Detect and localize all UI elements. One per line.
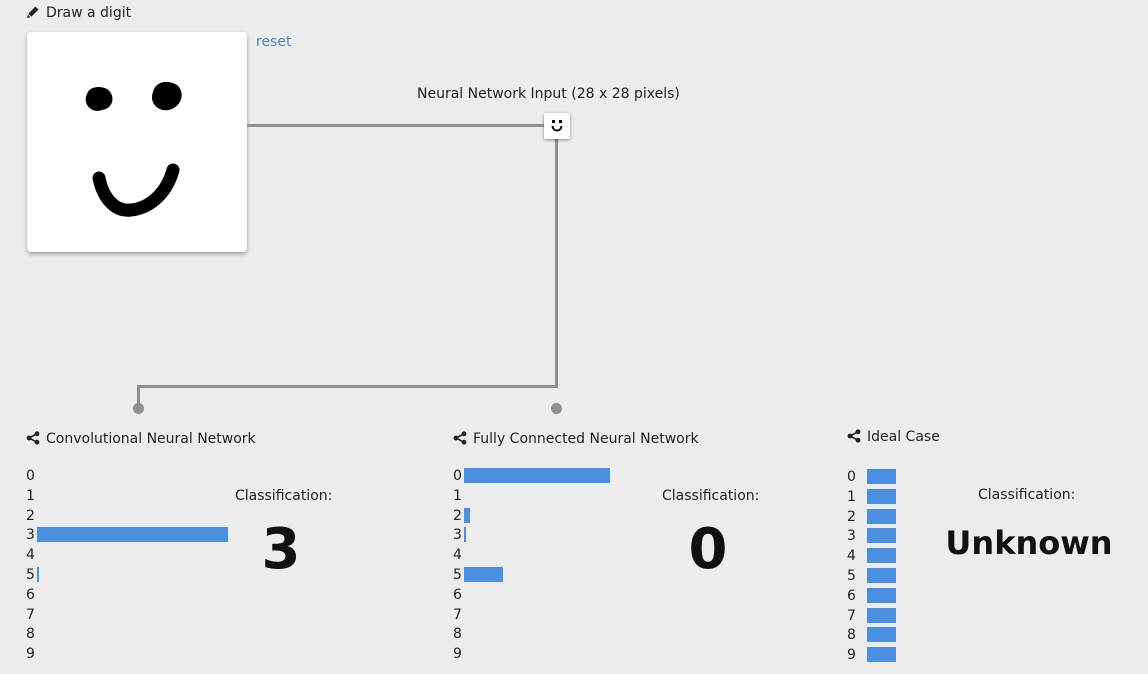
fcn-probability-bar bbox=[464, 567, 503, 582]
fcn-classification-label: Classification: bbox=[662, 488, 760, 504]
cnn-digit-label: 3 bbox=[26, 527, 35, 544]
fcn-digit-label: 9 bbox=[453, 646, 462, 663]
cnn-digit-label: 4 bbox=[26, 547, 35, 564]
ideal-probability-bar bbox=[867, 647, 896, 663]
connector-to-cnn bbox=[137, 385, 140, 405]
fcn-node-dot bbox=[551, 403, 562, 414]
fcn-panel: Fully Connected Neural Network 0 1 2 3 4 5 6 7 8… bbox=[453, 430, 773, 670]
ideal-header: Ideal Case bbox=[847, 428, 940, 446]
ideal-digit-label: 0 bbox=[847, 469, 856, 485]
share-icon bbox=[26, 431, 40, 445]
ideal-digit-label: 5 bbox=[847, 568, 856, 584]
ideal-probability-bar bbox=[867, 627, 896, 643]
ideal-probability-bar bbox=[867, 488, 896, 504]
ideal-probability-bar bbox=[867, 587, 896, 603]
ideal-digit-label: 3 bbox=[847, 528, 856, 545]
fcn-digit-label: 7 bbox=[453, 606, 462, 623]
cnn-node-dot bbox=[133, 403, 144, 414]
input-title: Neural Network Input (28 x 28 pixels) bbox=[417, 86, 680, 102]
ideal-probability-bar bbox=[867, 607, 896, 623]
share-icon bbox=[453, 431, 467, 445]
cnn-probability-bar bbox=[37, 527, 229, 543]
share-icon bbox=[847, 429, 861, 443]
drawing-canvas[interactable] bbox=[27, 32, 247, 252]
fcn-title: Fully Connected Neural Network bbox=[473, 431, 699, 447]
cnn-digit-label: 0 bbox=[26, 468, 35, 484]
connector-input-down bbox=[555, 138, 558, 388]
ideal-probability-bar bbox=[867, 548, 896, 564]
draw-title: Draw a digit bbox=[46, 5, 132, 21]
cnn-digit-label: 7 bbox=[26, 606, 35, 623]
cnn-digit-label: 5 bbox=[26, 567, 35, 583]
cnn-probability-bars: 0 1 2 3 4 5 6 7 8 9 bbox=[26, 468, 246, 668]
cnn-probability-bar bbox=[37, 567, 39, 582]
ideal-classification-label: Classification: bbox=[978, 487, 1076, 503]
reset-link[interactable]: reset bbox=[256, 34, 291, 50]
fcn-digit-label: 5 bbox=[453, 567, 462, 583]
fcn-probability-bars: 0 1 2 3 4 5 6 7 8 9 bbox=[453, 468, 673, 668]
fcn-digit-label: 0 bbox=[453, 468, 462, 484]
ideal-digit-label: 1 bbox=[847, 488, 856, 505]
ideal-digit-label: 6 bbox=[847, 587, 856, 604]
ideal-panel: Ideal Case 0 1 2 3 4 5 6 7 8 9 Classification: Un… bbox=[847, 428, 1142, 670]
fcn-classification-value: 0 bbox=[688, 517, 728, 582]
ideal-title: Ideal Case bbox=[867, 429, 940, 445]
cnn-digit-label: 6 bbox=[26, 586, 35, 603]
ideal-digit-label: 4 bbox=[847, 548, 856, 565]
draw-header: Draw a digit bbox=[26, 4, 131, 22]
cnn-header: Convolutional Neural Network bbox=[26, 430, 256, 448]
ideal-digit-label: 9 bbox=[847, 647, 856, 664]
pencil-icon bbox=[27, 6, 39, 18]
fcn-probability-bar bbox=[464, 527, 466, 543]
ideal-probability-bar bbox=[867, 528, 896, 544]
cnn-classification-value: 3 bbox=[261, 517, 301, 582]
ideal-digit-label: 7 bbox=[847, 607, 856, 624]
cnn-digit-label: 2 bbox=[26, 507, 35, 524]
cnn-panel: Convolutional Neural Network 0123456789 … bbox=[26, 430, 346, 670]
fcn-digit-label: 3 bbox=[453, 527, 462, 544]
fcn-digit-label: 4 bbox=[453, 547, 462, 564]
ideal-probability-bar bbox=[867, 568, 896, 583]
connector-horizontal bbox=[137, 385, 558, 388]
cnn-digit-label: 9 bbox=[26, 646, 35, 663]
ideal-probability-bar bbox=[867, 508, 896, 524]
cnn-digit-label: 8 bbox=[26, 626, 35, 643]
ideal-digit-label: 2 bbox=[847, 508, 856, 525]
ideal-classification-value: Unknown bbox=[945, 524, 1113, 562]
fcn-digit-label: 6 bbox=[453, 586, 462, 603]
ideal-digit-label: 8 bbox=[847, 627, 856, 644]
fcn-digit-label: 1 bbox=[453, 487, 462, 504]
fcn-probability-bar bbox=[464, 468, 611, 483]
cnn-classification-label: Classification: bbox=[235, 488, 333, 504]
drawn-digit-sketch bbox=[85, 81, 182, 217]
fcn-digit-label: 8 bbox=[453, 626, 462, 643]
cnn-digit-label: 1 bbox=[26, 487, 35, 504]
cnn-title: Convolutional Neural Network bbox=[46, 431, 256, 447]
input-thumbnail bbox=[544, 113, 570, 139]
connector-canvas-to-input bbox=[247, 124, 545, 127]
fcn-header: Fully Connected Neural Network bbox=[453, 430, 699, 448]
ideal-probability-bar bbox=[867, 469, 896, 484]
input-preview-image bbox=[551, 120, 563, 132]
fcn-digit-label: 2 bbox=[453, 507, 462, 524]
fcn-probability-bar bbox=[464, 507, 470, 523]
